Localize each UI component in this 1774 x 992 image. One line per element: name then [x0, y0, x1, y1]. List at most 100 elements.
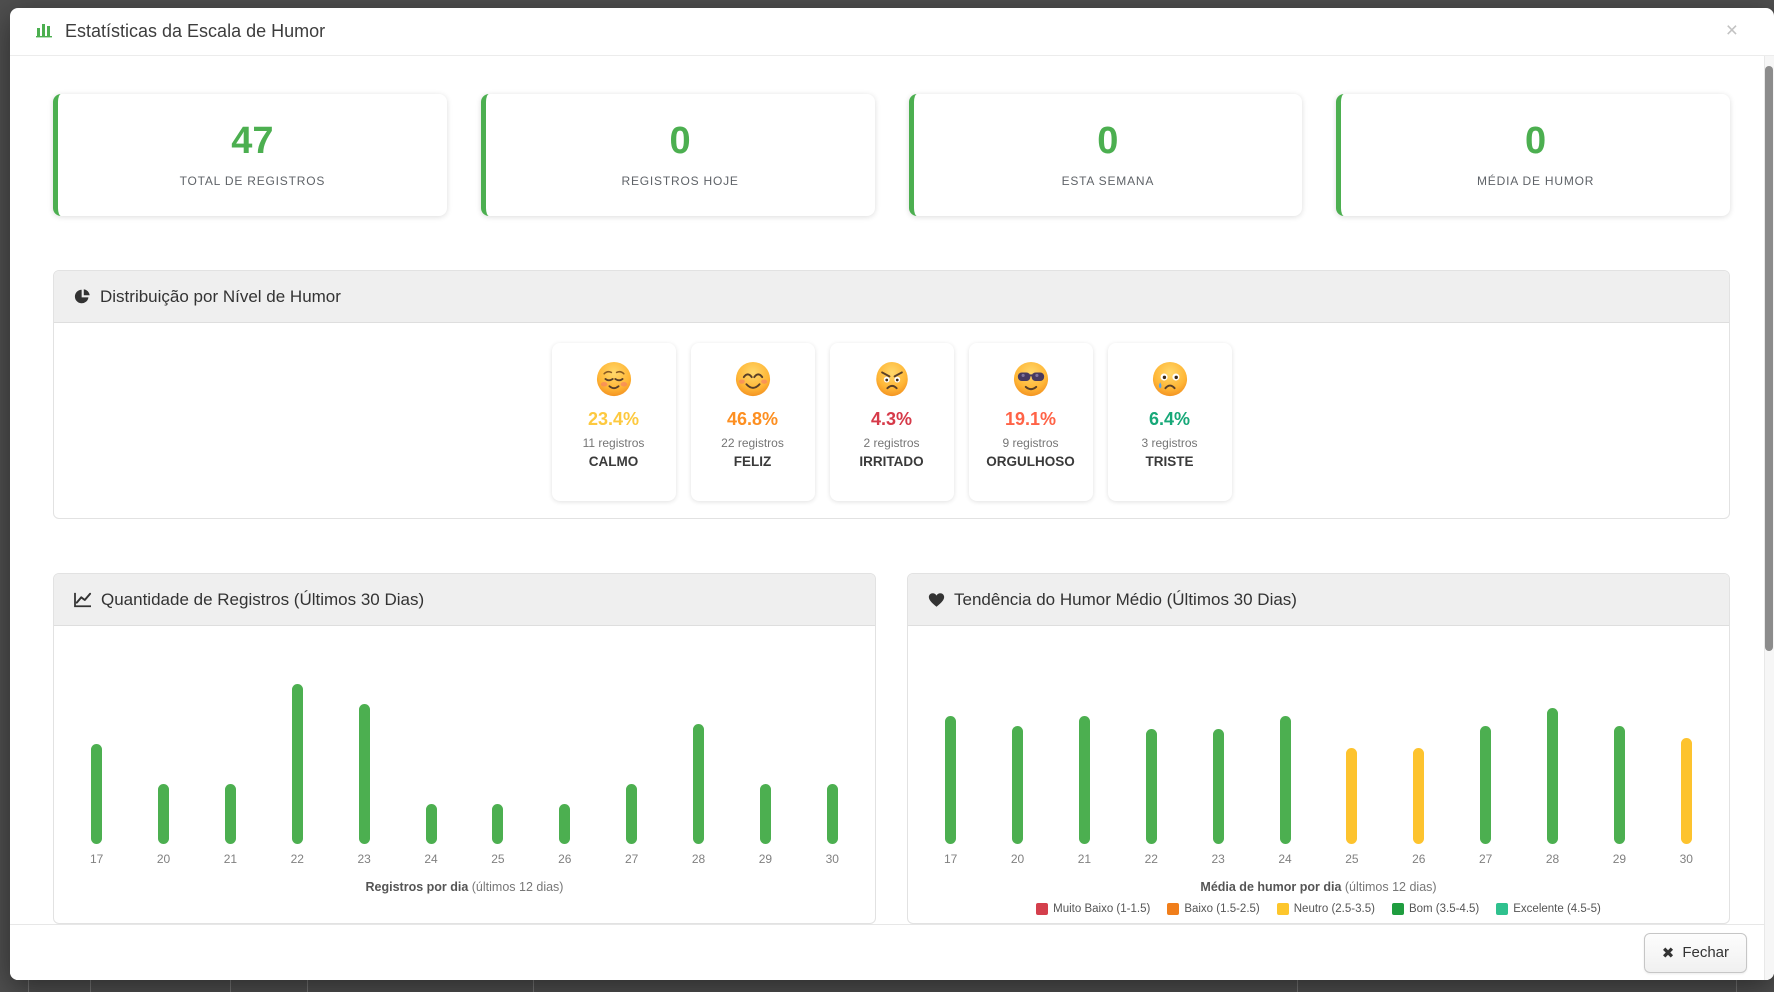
- bar-x-label: 21: [224, 852, 237, 866]
- legend-swatch-icon: [1496, 903, 1508, 915]
- bar-column: 26: [558, 804, 571, 866]
- humor-chart-title: Tendência do Humor Médio (Últimos 30 Dia…: [954, 590, 1297, 610]
- distribution-title: Distribuição por Nível de Humor: [100, 287, 341, 307]
- scrollbar-track[interactable]: [1764, 56, 1774, 980]
- bar: [1079, 716, 1090, 844]
- registros-chart-card: Quantidade de Registros (Últimos 30 Dias…: [53, 573, 876, 924]
- stat-value: 47: [231, 122, 273, 162]
- bar-column: 30: [826, 784, 839, 866]
- legend-swatch-icon: [1392, 903, 1404, 915]
- bar: [559, 804, 570, 844]
- pie-chart-icon: [74, 288, 91, 305]
- close-x-icon: ✖: [1662, 944, 1675, 962]
- statistics-modal: Estatísticas da Escala de Humor × 47 TOT…: [10, 8, 1774, 980]
- stat-label: ESTA SEMANA: [1062, 174, 1155, 188]
- backdrop-table-line: [1736, 978, 1737, 992]
- modal-body: 47 TOTAL DE REGISTROS 0 REGISTROS HOJE 0…: [10, 56, 1774, 924]
- bar: [1614, 726, 1625, 844]
- stat-card-average: 0 MÉDIA DE HUMOR: [1336, 94, 1730, 216]
- legend-label: Excelente (4.5-5): [1513, 903, 1601, 915]
- bar-column: 23: [1212, 729, 1225, 866]
- bar: [91, 744, 102, 844]
- bar-column: 29: [1613, 726, 1626, 866]
- bar-x-label: 26: [1412, 852, 1425, 866]
- bar: [1480, 726, 1491, 844]
- bar-column: 26: [1412, 748, 1425, 866]
- backdrop-table-line: [28, 978, 29, 992]
- angry-face-icon: [830, 358, 954, 400]
- mood-card-feliz: 46.8% 22 registros FELIZ: [691, 343, 815, 501]
- mood-name: ORGULHOSO: [969, 454, 1093, 469]
- bar-x-label: 21: [1078, 852, 1091, 866]
- legend-label: Muito Baixo (1-1.5): [1053, 903, 1150, 915]
- legend-label: Neutro (2.5-3.5): [1294, 903, 1375, 915]
- bar: [1413, 748, 1424, 844]
- legend-item: Muito Baixo (1-1.5): [1036, 903, 1150, 915]
- legend-item: Bom (3.5-4.5): [1392, 903, 1479, 915]
- distribution-section: Distribuição por Nível de Humor: [53, 270, 1730, 519]
- backdrop-table-line: [533, 978, 534, 992]
- legend-label: Baixo (1.5-2.5): [1184, 903, 1259, 915]
- bar-column: 20: [1011, 726, 1024, 866]
- stat-card-today: 0 REGISTROS HOJE: [481, 94, 875, 216]
- fechar-button[interactable]: ✖ Fechar: [1644, 933, 1747, 973]
- bar-x-label: 30: [826, 852, 839, 866]
- bar: [426, 804, 437, 844]
- bar-x-label: 23: [358, 852, 371, 866]
- humor-chart-caption: Média de humor por dia (últimos 12 dias): [908, 880, 1729, 894]
- humor-chart-legend: Muito Baixo (1-1.5) Baixo (1.5-2.5) Neutro…: [908, 903, 1729, 915]
- bar: [760, 784, 771, 844]
- bar-x-label: 29: [1613, 852, 1626, 866]
- bar-x-label: 24: [1278, 852, 1291, 866]
- mood-percent: 6.4%: [1108, 409, 1232, 430]
- bar-x-label: 20: [1011, 852, 1024, 866]
- crying-face-icon: [1108, 358, 1232, 400]
- bar: [626, 784, 637, 844]
- bar-x-label: 17: [944, 852, 957, 866]
- modal-footer: ✖ Fechar: [10, 924, 1774, 980]
- bar-column: 29: [759, 784, 772, 866]
- smiling-face-icon: [691, 358, 815, 400]
- bar-x-label: 29: [759, 852, 772, 866]
- charts-row: Quantidade de Registros (Últimos 30 Dias…: [53, 573, 1730, 924]
- legend-item: Baixo (1.5-2.5): [1167, 903, 1259, 915]
- bar-x-label: 25: [491, 852, 504, 866]
- mood-percent: 19.1%: [969, 409, 1093, 430]
- line-chart-icon: [74, 592, 92, 608]
- bar: [1547, 708, 1558, 844]
- legend-label: Bom (3.5-4.5): [1409, 903, 1479, 915]
- mood-count: 3 registros: [1108, 436, 1232, 450]
- bar: [1280, 716, 1291, 844]
- bar-column: 27: [625, 784, 638, 866]
- bar-column: 21: [224, 784, 237, 866]
- backdrop-table-line: [307, 978, 308, 992]
- stat-label: TOTAL DE REGISTROS: [180, 174, 326, 188]
- relieved-face-icon: [552, 358, 676, 400]
- heart-icon: [928, 592, 945, 608]
- bar-column: 17: [944, 716, 957, 866]
- registros-chart-title: Quantidade de Registros (Últimos 30 Dias…: [101, 590, 424, 610]
- humor-chart-plot: 172021222324252627282930: [908, 666, 1729, 866]
- backdrop-table-line: [230, 978, 231, 992]
- stat-label: MÉDIA DE HUMOR: [1477, 174, 1594, 188]
- mood-card-triste: 6.4% 3 registros TRISTE: [1108, 343, 1232, 501]
- bar: [693, 724, 704, 844]
- bar-column: 23: [358, 704, 371, 866]
- bar: [225, 784, 236, 844]
- bar: [827, 784, 838, 844]
- bar-x-label: 22: [1145, 852, 1158, 866]
- mood-card-calmo: 23.4% 11 registros CALMO: [552, 343, 676, 501]
- close-icon[interactable]: ×: [1726, 20, 1738, 41]
- scrollbar-thumb[interactable]: [1765, 66, 1773, 651]
- registros-chart-plot: 172021222324252627282930: [54, 666, 875, 866]
- bar-column: 28: [1546, 708, 1559, 866]
- sunglasses-face-icon: [969, 358, 1093, 400]
- mood-name: TRISTE: [1108, 454, 1232, 469]
- stat-card-week: 0 ESTA SEMANA: [909, 94, 1303, 216]
- bar: [158, 784, 169, 844]
- caption-bold: Registros por dia: [366, 880, 469, 894]
- legend-swatch-icon: [1036, 903, 1048, 915]
- backdrop-table-line: [1297, 978, 1298, 992]
- moods-row: 23.4% 11 registros CALMO: [54, 323, 1729, 519]
- bar-x-label: 30: [1680, 852, 1693, 866]
